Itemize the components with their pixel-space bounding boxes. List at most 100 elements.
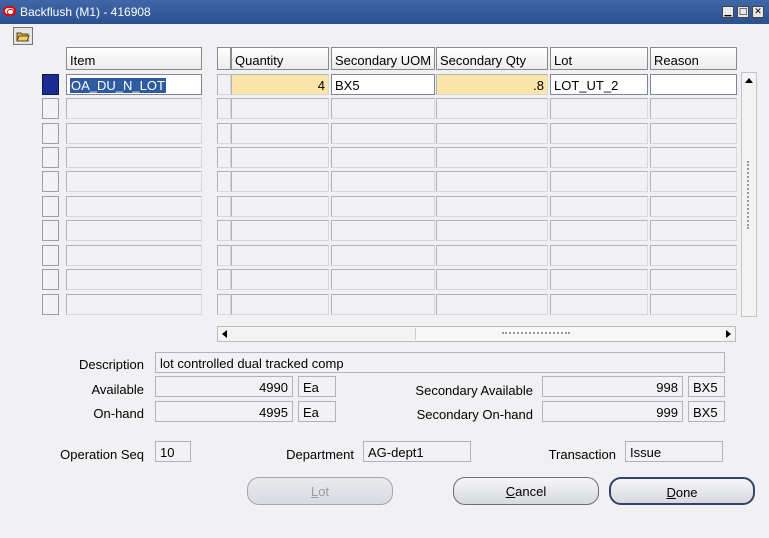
secondary-uom-field[interactable]: BX5: [331, 74, 435, 95]
secondary-uom-field[interactable]: [331, 98, 435, 119]
row-selector-active[interactable]: [42, 74, 59, 95]
row-selector[interactable]: [42, 98, 59, 119]
reason-field[interactable]: [650, 245, 737, 266]
available-uom-field: Ea: [298, 376, 336, 397]
row-selector[interactable]: [42, 245, 59, 266]
lot-field[interactable]: [550, 245, 648, 266]
row-selector[interactable]: [42, 220, 59, 241]
arrow-left-icon[interactable]: [218, 327, 232, 341]
quantity-field[interactable]: [231, 220, 329, 241]
quantity-field[interactable]: [231, 245, 329, 266]
secondary-qty-field[interactable]: .8: [436, 74, 548, 95]
lot-button-label: ot: [318, 484, 330, 499]
scroll-grip[interactable]: [502, 332, 570, 338]
maximize-icon[interactable]: □: [737, 6, 749, 18]
window-title: Backflush (M1) - 416908: [20, 5, 151, 19]
reason-field[interactable]: [650, 171, 737, 192]
item-field[interactable]: [66, 98, 202, 119]
secondary-uom-field[interactable]: [331, 123, 435, 144]
lot-field[interactable]: [550, 269, 648, 290]
secondary-uom-field[interactable]: [331, 294, 435, 315]
secondary-uom-field[interactable]: [331, 269, 435, 290]
item-field[interactable]: [66, 123, 202, 144]
lot-button[interactable]: Lot: [247, 477, 393, 505]
row-selector[interactable]: [42, 171, 59, 192]
quantity-field[interactable]: [231, 123, 329, 144]
lot-field[interactable]: [550, 196, 648, 217]
lot-field[interactable]: [550, 171, 648, 192]
lot-field[interactable]: LOT_UT_2: [550, 74, 648, 95]
item-value: OA_DU_N_LOT: [70, 78, 166, 93]
secondary-uom-field[interactable]: [331, 245, 435, 266]
secondary-uom-field[interactable]: [331, 171, 435, 192]
arrow-up-icon[interactable]: [742, 74, 756, 88]
hidden-cell: [217, 123, 231, 144]
reason-field[interactable]: [650, 74, 737, 95]
secondary-uom-field[interactable]: [331, 220, 435, 241]
row-selector[interactable]: [42, 269, 59, 290]
onhand-label: On-hand: [93, 406, 144, 421]
item-field[interactable]: OA_DU_N_LOT: [66, 74, 202, 95]
item-field[interactable]: [66, 171, 202, 192]
scroll-grip[interactable]: [747, 161, 753, 229]
row-selector[interactable]: [42, 147, 59, 168]
reason-field[interactable]: [650, 196, 737, 217]
onhand-field: 4995: [155, 401, 293, 422]
secondary-qty-field[interactable]: [436, 98, 548, 119]
secondary-qty-field[interactable]: [436, 245, 548, 266]
lot-field[interactable]: [550, 123, 648, 144]
secondary-qty-field[interactable]: [436, 171, 548, 192]
secondary-qty-field[interactable]: [436, 220, 548, 241]
horizontal-scrollbar[interactable]: [217, 326, 736, 342]
row-selector[interactable]: [42, 123, 59, 144]
row-selector[interactable]: [42, 294, 59, 315]
secondary-qty-field[interactable]: [436, 269, 548, 290]
secondary-qty-field[interactable]: [436, 123, 548, 144]
reason-field[interactable]: [650, 269, 737, 290]
item-field[interactable]: [66, 147, 202, 168]
cancel-button[interactable]: Cancel: [453, 477, 599, 505]
row-selector[interactable]: [42, 196, 59, 217]
arrow-right-icon[interactable]: [721, 327, 735, 341]
vertical-scrollbar[interactable]: [741, 72, 757, 317]
minimize-icon[interactable]: ▁: [722, 6, 734, 18]
window-titlebar: Backflush (M1) - 416908 ▁ □ ✕: [0, 0, 769, 24]
open-folder-button[interactable]: [13, 27, 33, 45]
secondary-onhand-uom-field: BX5: [688, 401, 725, 422]
secondary-uom-field[interactable]: [331, 196, 435, 217]
secondary-qty-field[interactable]: [436, 294, 548, 315]
transaction-field: Issue: [625, 441, 723, 462]
reason-field[interactable]: [650, 220, 737, 241]
quantity-field[interactable]: [231, 147, 329, 168]
reason-field[interactable]: [650, 123, 737, 144]
done-button[interactable]: Done: [609, 477, 755, 505]
lot-field[interactable]: [550, 294, 648, 315]
secondary-uom-field[interactable]: [331, 147, 435, 168]
column-header-reason: Reason: [650, 47, 737, 70]
item-field[interactable]: [66, 245, 202, 266]
quantity-field[interactable]: [231, 269, 329, 290]
reason-field[interactable]: [650, 98, 737, 119]
quantity-field[interactable]: [231, 196, 329, 217]
column-header-secondary-uom: Secondary UOM: [331, 47, 435, 70]
item-field[interactable]: [66, 269, 202, 290]
quantity-field[interactable]: [231, 98, 329, 119]
lot-field[interactable]: [550, 98, 648, 119]
item-field[interactable]: [66, 294, 202, 315]
reason-field[interactable]: [650, 294, 737, 315]
quantity-field[interactable]: 4: [231, 74, 329, 95]
secondary-qty-field[interactable]: [436, 196, 548, 217]
quantity-field[interactable]: [231, 294, 329, 315]
item-field[interactable]: [66, 220, 202, 241]
lot-field[interactable]: [550, 220, 648, 241]
oracle-logo-icon: [3, 6, 16, 16]
hidden-cell: [217, 147, 231, 168]
secondary-available-label: Secondary Available: [415, 383, 533, 398]
secondary-qty-field[interactable]: [436, 147, 548, 168]
lot-field[interactable]: [550, 147, 648, 168]
reason-field[interactable]: [650, 147, 737, 168]
column-header-item: Item: [66, 47, 202, 70]
close-icon[interactable]: ✕: [752, 6, 764, 18]
quantity-field[interactable]: [231, 171, 329, 192]
item-field[interactable]: [66, 196, 202, 217]
